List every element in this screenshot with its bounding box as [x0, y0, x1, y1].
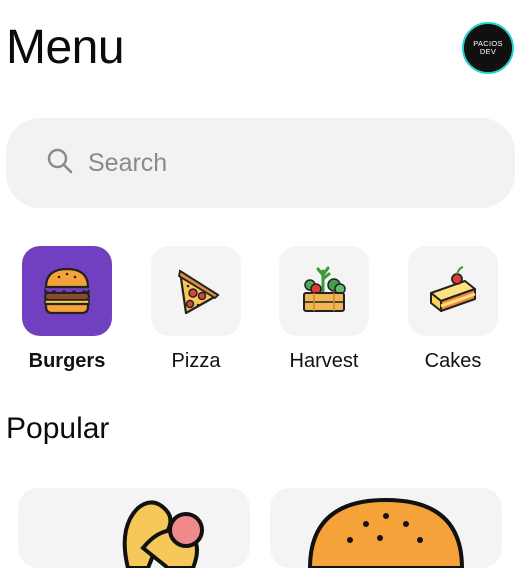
category-label: Harvest	[289, 350, 359, 372]
category-cakes[interactable]: Cakes	[398, 246, 508, 373]
search-bar[interactable]	[6, 118, 515, 208]
cake-slice-icon	[430, 266, 476, 312]
category-label: Burgers	[28, 350, 106, 372]
category-harvest[interactable]: Harvest	[269, 246, 379, 373]
category-harvest-tile[interactable]	[279, 246, 369, 336]
category-label: Cakes	[424, 350, 482, 372]
category-cakes-tile[interactable]	[408, 246, 498, 336]
category-label: Pizza	[171, 350, 221, 372]
fries-icon	[122, 500, 204, 568]
vegetable-crate-icon	[303, 266, 346, 312]
burger-bun-icon	[307, 497, 465, 568]
page-title: Menu	[6, 21, 125, 74]
popular-card[interactable]	[18, 488, 250, 568]
category-burgers-tile[interactable]	[22, 246, 112, 336]
category-pizza-tile[interactable]	[151, 246, 241, 336]
avatar-text-line2: DEV	[479, 47, 497, 56]
burger-icon	[44, 267, 90, 315]
category-pizza[interactable]: Pizza	[141, 246, 251, 373]
search-input[interactable]	[86, 147, 470, 179]
avatar[interactable]: PACIOS DEV	[462, 22, 514, 74]
pizza-slice-icon	[177, 269, 220, 315]
section-title: Popular	[6, 412, 110, 445]
popular-card[interactable]	[270, 488, 502, 568]
category-burgers[interactable]: Burgers	[12, 246, 122, 373]
search-icon	[46, 147, 74, 180]
